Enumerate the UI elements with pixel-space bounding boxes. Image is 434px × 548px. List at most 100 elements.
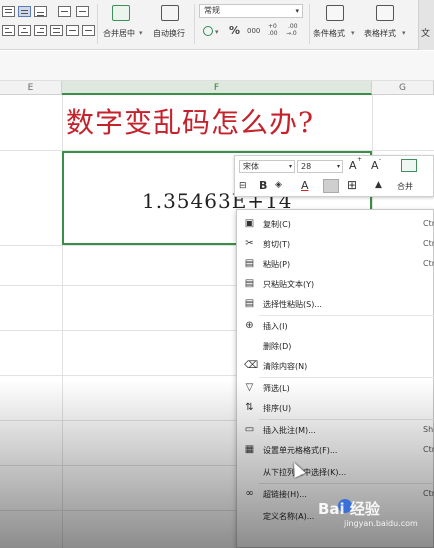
- paste-special-icon: ▤: [244, 298, 255, 309]
- cut-icon: ✂: [245, 238, 254, 249]
- menu-item-sort[interactable]: ⇅ 排序(U): [237, 398, 434, 418]
- menu-item-label: 剪切(T): [263, 240, 291, 249]
- chevron-down-icon: ▾: [336, 163, 340, 170]
- menu-item-label: 设置单元格格式(F)...: [263, 446, 338, 455]
- menu-item-shortcut: Shift: [423, 425, 434, 434]
- menu-item-paste-special[interactable]: ▤ 选择性粘贴(S)...: [237, 294, 434, 314]
- number-format-value: 常规: [204, 6, 220, 15]
- filter-icon: ▽: [245, 382, 254, 393]
- increase-decimal-bottom[interactable]: .00: [268, 31, 278, 37]
- merge-center-dropdown[interactable]: ▾: [139, 29, 143, 37]
- link-icon: ∞: [245, 488, 254, 499]
- indent-icon[interactable]: [76, 6, 89, 17]
- more-ribbon-button[interactable]: 文: [418, 0, 434, 50]
- column-header-e[interactable]: E: [0, 81, 62, 95]
- ribbon-toolbar: 合并居中 ▾ 自动换行 常规 ▾ ▾ % 000 +0 .00 .00 →.0 …: [0, 0, 434, 50]
- align-left-icon[interactable]: [2, 25, 15, 36]
- chevron-down-icon: ▾: [288, 163, 292, 170]
- menu-item-cut[interactable]: ✂ 剪切(T) Ctrl: [237, 234, 434, 254]
- column-header-f[interactable]: F: [62, 81, 372, 95]
- shrink-font-button[interactable]: A: [371, 159, 379, 172]
- font-size-value: 28: [301, 162, 312, 171]
- watermark-brand: Bai 经验: [318, 500, 380, 518]
- insert-icon: ⊕: [245, 320, 254, 331]
- formula-bar-area: [0, 51, 434, 81]
- menu-item-shortcut: Ctrl: [423, 489, 434, 498]
- fill-bucket-icon[interactable]: ▲: [375, 180, 382, 190]
- menu-item-filter[interactable]: ▽ 筛选(L): [237, 378, 434, 398]
- table-style-button[interactable]: 表格样式: [364, 28, 396, 39]
- ribbon-divider: [194, 4, 195, 44]
- column-header-g[interactable]: G: [372, 81, 434, 95]
- chevron-down-icon: ▾: [295, 7, 299, 15]
- sheet-title-cell[interactable]: 数字变乱码怎么办?: [66, 101, 314, 141]
- merge-center-icon[interactable]: [112, 5, 130, 21]
- menu-item-label: 只粘贴文本(Y): [263, 280, 315, 289]
- fill-icon[interactable]: ⊟: [239, 181, 247, 191]
- align-top-icon[interactable]: [2, 6, 15, 17]
- menu-item-paste[interactable]: ▤ 粘贴(P) Ctrl: [237, 254, 434, 274]
- bold-button[interactable]: B: [259, 179, 267, 192]
- format-painter-icon[interactable]: [401, 159, 417, 172]
- grow-font-caret-icon: +: [357, 156, 363, 163]
- mini-toolbar: 宋体 ▾ 28 ▾ A + A - ⊟ B ◈ A ⊞ ▲ 合并: [234, 155, 434, 197]
- conditional-format-dropdown[interactable]: ▾: [351, 29, 355, 37]
- justify-icon[interactable]: [50, 25, 63, 36]
- align-bottom-icon[interactable]: [34, 6, 47, 17]
- menu-item-copy[interactable]: ▣ 复制(C) Ctrl: [237, 214, 434, 234]
- paste-text-icon: ▤: [244, 278, 255, 289]
- font-name-select[interactable]: 宋体 ▾: [239, 160, 295, 173]
- sort-icon: ⇅: [245, 402, 254, 413]
- table-style-dropdown[interactable]: ▾: [402, 29, 406, 37]
- thousands-button[interactable]: 000: [247, 28, 260, 35]
- currency-icon[interactable]: [203, 26, 213, 36]
- comment-icon: ▭: [244, 424, 255, 435]
- grow-font-button[interactable]: A: [349, 159, 357, 172]
- menu-item-pick-from-list[interactable]: 从下拉列表中选择(K)...: [237, 462, 434, 482]
- border-icon[interactable]: ⊞: [347, 178, 357, 192]
- align-middle-icon[interactable]: [18, 6, 31, 17]
- menu-item-shortcut: Ctrl: [423, 259, 434, 268]
- clear-icon: ⌫: [244, 360, 259, 371]
- menu-item-label: 排序(U): [263, 404, 292, 413]
- menu-item-delete[interactable]: 删除(D): [237, 336, 434, 356]
- font-color-button[interactable]: A: [301, 179, 309, 192]
- distributed-icon[interactable]: [66, 25, 79, 36]
- paste-icon: ▤: [244, 258, 255, 269]
- outdent-icon[interactable]: [82, 25, 95, 36]
- menu-item-insert-comment[interactable]: ▭ 插入批注(M)... Shift: [237, 420, 434, 440]
- wrap-text-button[interactable]: 自动换行: [153, 28, 185, 39]
- menu-item-label: 清除内容(N): [263, 362, 308, 371]
- conditional-format-icon[interactable]: [326, 5, 344, 21]
- format-cells-icon: ▦: [244, 444, 255, 455]
- menu-item-label: 复制(C): [263, 220, 291, 229]
- menu-item-label: 定义名称(A)...: [263, 512, 315, 521]
- number-format-select[interactable]: 常规 ▾: [199, 4, 303, 18]
- fill-color-icon[interactable]: ◈: [275, 180, 282, 190]
- ribbon-divider: [97, 4, 98, 44]
- menu-item-shortcut: Ctrl: [423, 219, 434, 228]
- conditional-format-button[interactable]: 条件格式: [313, 28, 345, 39]
- menu-item-label: 粘贴(P): [263, 260, 291, 269]
- align-right-icon[interactable]: [34, 25, 47, 36]
- menu-item-paste-text[interactable]: ▤ 只粘贴文本(Y): [237, 274, 434, 294]
- merge-center-button[interactable]: 合并居中: [103, 28, 135, 39]
- text-direction-icon[interactable]: [58, 6, 71, 17]
- menu-item-clear[interactable]: ⌫ 清除内容(N): [237, 356, 434, 376]
- menu-item-format-cells[interactable]: ▦ 设置单元格格式(F)... Ctr: [237, 440, 434, 460]
- decrease-decimal-bottom[interactable]: →.0: [286, 31, 297, 37]
- menu-item-insert[interactable]: ⊕ 插入(I): [237, 316, 434, 336]
- font-name-value: 宋体: [243, 162, 259, 171]
- menu-item-label: 插入(I): [263, 322, 288, 331]
- merge-button[interactable]: 合并: [397, 181, 413, 192]
- menu-item-label: 筛选(L): [263, 384, 290, 393]
- table-style-icon[interactable]: [376, 5, 394, 21]
- percent-button[interactable]: %: [229, 24, 240, 37]
- align-center-selected-icon[interactable]: [323, 179, 339, 193]
- copy-icon: ▣: [244, 218, 255, 229]
- wrap-text-icon[interactable]: [161, 5, 179, 21]
- menu-item-shortcut: Ctrl: [423, 239, 434, 248]
- currency-dropdown-icon[interactable]: ▾: [215, 28, 219, 36]
- font-size-select[interactable]: 28 ▾: [297, 160, 343, 173]
- align-center-icon[interactable]: [18, 25, 31, 36]
